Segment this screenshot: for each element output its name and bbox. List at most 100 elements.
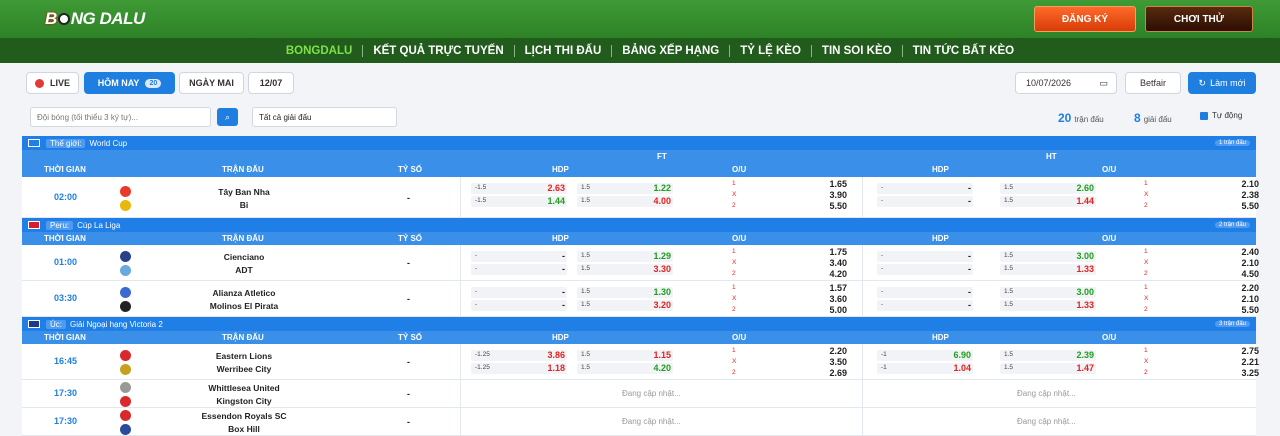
try-play-button[interactable]: CHƠI THỬ [1145, 6, 1253, 32]
home-team-name[interactable]: Tây Ban Nha [164, 187, 324, 197]
team-search-input[interactable]: Đội bóng (tối thiểu 3 ký tự)... [30, 107, 211, 127]
date-picker[interactable]: 10/07/2026 ▭ [1015, 72, 1117, 94]
odds-away[interactable]: 4.00 [653, 196, 671, 206]
odds-box[interactable] [471, 300, 567, 311]
x12-odds[interactable]: 2.10 [1241, 179, 1259, 189]
odds-home[interactable]: 3.86 [547, 350, 565, 360]
odds-away[interactable]: 1.33 [1076, 264, 1094, 274]
x12-odds[interactable]: 3.40 [829, 258, 847, 268]
odds-away[interactable]: 3.20 [653, 300, 671, 310]
odds-box[interactable] [471, 264, 567, 275]
x12-odds[interactable]: 2.10 [1241, 258, 1259, 268]
odds-home[interactable]: - [562, 251, 565, 261]
odds-box[interactable] [877, 287, 973, 298]
odds-home[interactable]: 6.90 [953, 350, 971, 360]
nav-item-0[interactable]: BONGDALU [276, 45, 362, 57]
tomorrow-tab[interactable]: NGÀY MAI [179, 72, 244, 94]
x12-odds[interactable]: 5.50 [1241, 201, 1259, 211]
x12-odds[interactable]: 2.20 [1241, 283, 1259, 293]
match-row[interactable]: 17:30 Whittlesea United Kingston City - Đang… [22, 380, 1256, 408]
odds-away[interactable]: 3.30 [653, 264, 671, 274]
x12-odds[interactable]: 2.10 [1241, 294, 1259, 304]
x12-odds[interactable]: 3.25 [1241, 368, 1259, 378]
league-select[interactable]: Tất cả giải đấu [252, 107, 397, 127]
odds-home[interactable]: 1.30 [653, 287, 671, 297]
odds-away[interactable]: - [562, 300, 565, 310]
bookmaker-select[interactable]: Betfair [1125, 72, 1181, 94]
x12-odds[interactable]: 2.20 [829, 346, 847, 356]
odds-away[interactable]: 1.33 [1076, 300, 1094, 310]
odds-away[interactable]: 4.20 [653, 363, 671, 373]
match-row[interactable]: 01:00 Cienciano ADT - - - - - 1.5 1.5 1.29 3.30 1 1.7… [22, 245, 1259, 281]
odds-home[interactable]: 1.15 [653, 350, 671, 360]
x12-odds[interactable]: 5.50 [1241, 305, 1259, 315]
nav-item-4[interactable]: TỶ LỆ KÈO [730, 45, 811, 57]
register-button[interactable]: ĐĂNG KÝ [1034, 6, 1136, 32]
odds-box[interactable] [877, 251, 973, 262]
odds-away[interactable]: - [968, 264, 971, 274]
league-bar[interactable]: Peru: Cúp La Liga 2 trận đấu [22, 218, 1256, 232]
x12-odds[interactable]: 1.57 [829, 283, 847, 293]
away-team-name[interactable]: Bỉ [164, 200, 324, 210]
home-team-name[interactable]: Whittlesea United [164, 383, 324, 393]
odds-home[interactable]: 1.22 [653, 183, 671, 193]
odds-home[interactable]: - [968, 287, 971, 297]
odds-home[interactable]: 3.00 [1076, 251, 1094, 261]
odds-away[interactable]: 1.18 [547, 363, 565, 373]
nav-item-1[interactable]: KẾT QUẢ TRỰC TUYẾN [363, 45, 513, 57]
x12-odds[interactable]: 3.90 [829, 190, 847, 200]
away-team-name[interactable]: ADT [164, 265, 324, 275]
x12-odds[interactable]: 1.75 [829, 247, 847, 257]
odds-home[interactable]: - [562, 287, 565, 297]
odds-away[interactable]: - [968, 300, 971, 310]
nav-item-6[interactable]: TIN TỨC BẤT KÈO [903, 45, 1025, 57]
x12-odds[interactable]: 2.75 [1241, 346, 1259, 356]
x12-odds[interactable]: 2.21 [1241, 357, 1259, 367]
odds-away[interactable]: 1.04 [953, 363, 971, 373]
odds-away[interactable]: 1.47 [1076, 363, 1094, 373]
league-bar[interactable]: Thế giới: World Cup 1 trận đấu [22, 136, 1256, 150]
odds-box[interactable] [471, 251, 567, 262]
refresh-button[interactable]: ↻ Làm mới [1188, 72, 1256, 94]
nav-item-5[interactable]: TIN SOI KÈO [812, 45, 902, 57]
away-team-name[interactable]: Kingston City [164, 396, 324, 406]
auto-refresh-checkbox[interactable]: Tự động [1200, 111, 1242, 120]
x12-odds[interactable]: 4.50 [1241, 269, 1259, 279]
x12-odds[interactable]: 3.60 [829, 294, 847, 304]
odds-away[interactable]: - [562, 264, 565, 274]
search-button[interactable]: ⌕ [217, 108, 238, 126]
x12-odds[interactable]: 5.50 [829, 201, 847, 211]
nav-item-3[interactable]: BẢNG XẾP HẠNG [612, 45, 729, 57]
live-tab[interactable]: LIVE [26, 72, 79, 94]
x12-odds[interactable]: 2.69 [829, 368, 847, 378]
odds-home[interactable]: 2.39 [1076, 350, 1094, 360]
x12-odds[interactable]: 4.20 [829, 269, 847, 279]
league-bar[interactable]: Úc: Giải Ngoại hạng Victoria 2 3 trận đấu [22, 317, 1256, 331]
x12-odds[interactable]: 5.00 [829, 305, 847, 315]
odds-box[interactable] [877, 300, 973, 311]
x12-odds[interactable]: 1.65 [829, 179, 847, 189]
odds-home[interactable]: 2.63 [547, 183, 565, 193]
today-tab[interactable]: HÔM NAY 20 [84, 72, 175, 94]
odds-home[interactable]: 3.00 [1076, 287, 1094, 297]
odds-away[interactable]: 1.44 [1076, 196, 1094, 206]
home-team-name[interactable]: Essendon Royals SC [164, 411, 324, 421]
odds-box[interactable] [471, 287, 567, 298]
odds-away[interactable]: 1.44 [547, 196, 565, 206]
odds-box[interactable] [877, 196, 973, 207]
odds-box[interactable] [877, 183, 973, 194]
match-row[interactable]: 03:30 Alianza Atletico Molinos El Pirata - -… [22, 281, 1259, 317]
odds-home[interactable]: 2.60 [1076, 183, 1094, 193]
date-tab[interactable]: 12/07 [248, 72, 294, 94]
home-team-name[interactable]: Eastern Lions [164, 351, 324, 361]
away-team-name[interactable]: Molinos El Pirata [164, 301, 324, 311]
match-row[interactable]: 16:45 Eastern Lions Werribee City - -1.25 -1.… [22, 344, 1259, 380]
match-row[interactable]: 17:30 Essendon Royals SC Box Hill - Đang cập… [22, 408, 1256, 436]
odds-home[interactable]: - [968, 183, 971, 193]
home-team-name[interactable]: Cienciano [164, 252, 324, 262]
match-row[interactable]: 02:00 Tây Ban Nha Bỉ - -1.5 -1.5 2.63 1.44 1.5 1.… [22, 177, 1259, 218]
home-team-name[interactable]: Alianza Atletico [164, 288, 324, 298]
nav-item-2[interactable]: LỊCH THI ĐẤU [515, 45, 612, 57]
x12-odds[interactable]: 2.40 [1241, 247, 1259, 257]
x12-odds[interactable]: 3.50 [829, 357, 847, 367]
